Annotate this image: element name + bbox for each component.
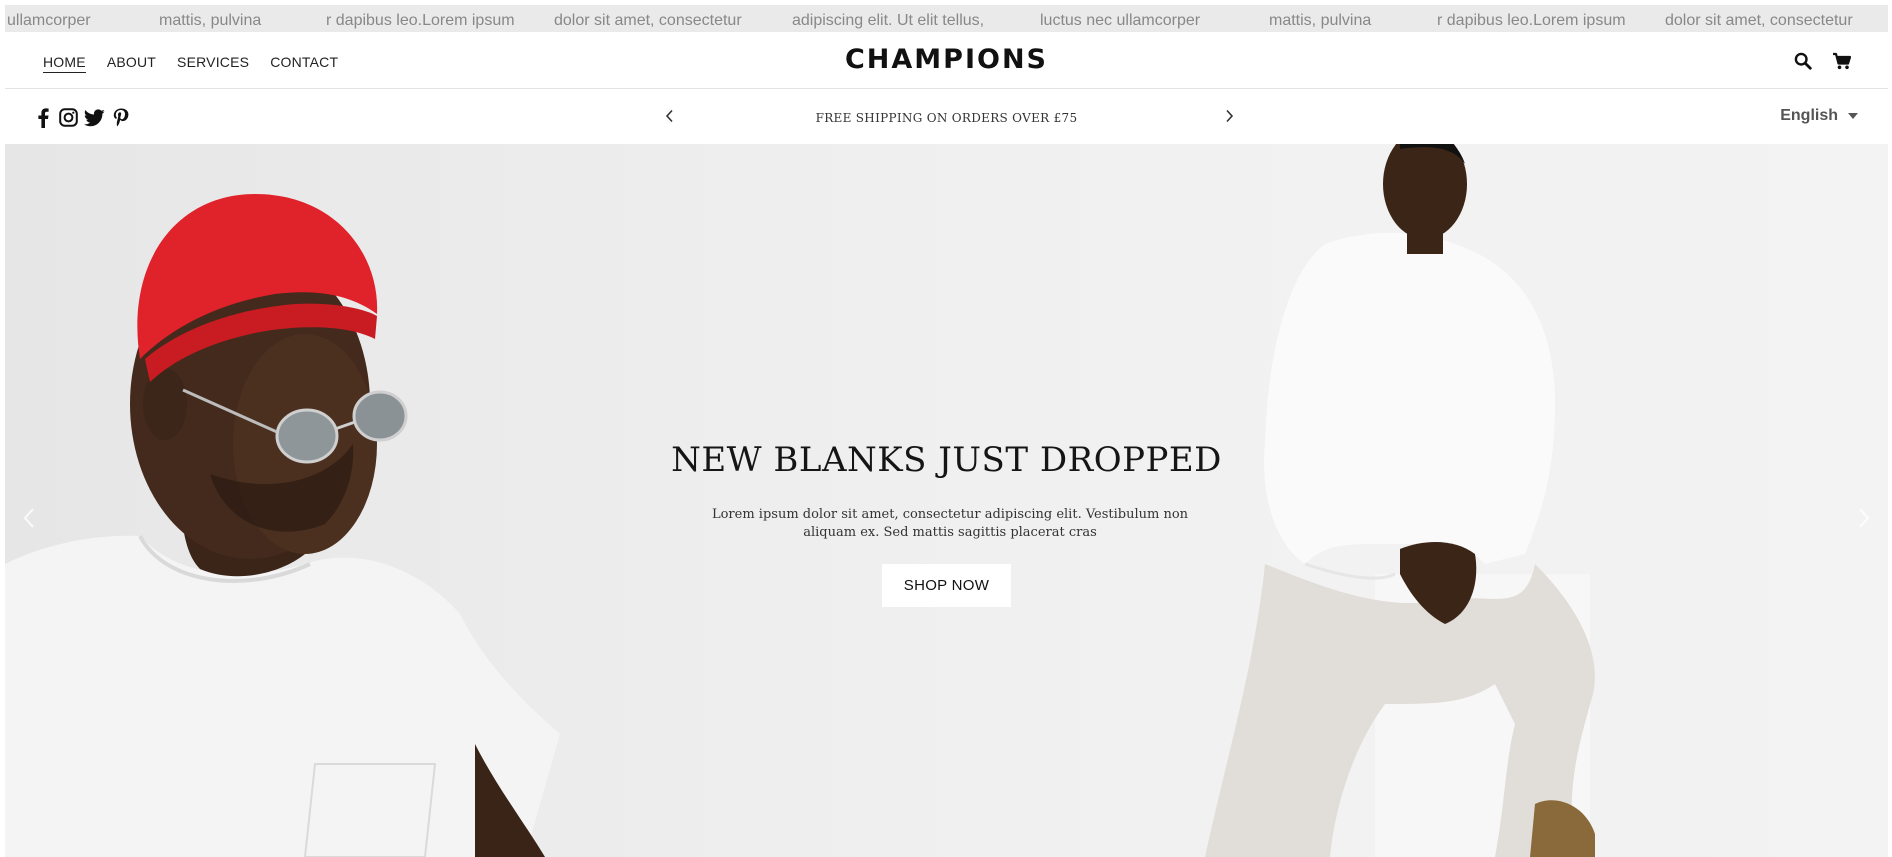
ticker-item: dolor sit amet, consectetur	[1665, 12, 1853, 29]
ticker-item: luctus nec ullamcorper	[1040, 12, 1201, 29]
hero-image-right-model	[1205, 144, 1595, 857]
ticker-item: mattis, pulvina	[159, 12, 262, 29]
announcement-bar: FREE SHIPPING ON ORDERS OVER £75 English	[5, 90, 1888, 144]
hero-title: NEW BLANKS JUST DROPPED	[671, 440, 1222, 480]
ticker-item: r dapibus leo.Lorem ipsum	[1437, 12, 1626, 29]
hero-slider: NEW BLANKS JUST DROPPED Lorem ipsum dolo…	[5, 144, 1888, 857]
language-label: English	[1780, 107, 1838, 124]
ticker-item: r dapibus leo.Lorem ipsum	[326, 12, 515, 29]
shop-now-button[interactable]: SHOP NOW	[882, 564, 1011, 607]
marquee-ticker: ullamcorper mattis, pulvina r dapibus le…	[5, 5, 1888, 32]
hero-description-line-1: Lorem ipsum dolor sit amet, consectetur …	[711, 507, 1189, 522]
search-icon[interactable]	[1792, 50, 1814, 72]
hero-prev-arrow[interactable]	[19, 504, 39, 532]
language-selector[interactable]: English	[1780, 107, 1858, 125]
hero-description-line-2: aliquam ex. Sed mattis sagittis placerat…	[803, 525, 1097, 540]
site-header: HOME ABOUT SERVICES CONTACT CHAMPIONS	[5, 32, 1888, 89]
announcement-text: FREE SHIPPING ON ORDERS OVER £75	[815, 111, 1078, 125]
hero-next-arrow[interactable]	[1854, 504, 1874, 532]
header-actions	[1792, 50, 1853, 72]
cart-icon[interactable]	[1831, 50, 1853, 72]
ticker-item: dolor sit amet, consectetur	[554, 12, 742, 29]
caret-down-icon	[1848, 113, 1858, 119]
ticker-item: adipiscing elit. Ut elit tellus,	[792, 12, 985, 29]
site-logo[interactable]: CHAMPIONS	[5, 44, 1888, 75]
hero-image-left-model	[5, 194, 560, 857]
ticker-item: ullamcorper	[7, 12, 91, 29]
ticker-item: mattis, pulvina	[1269, 12, 1372, 29]
announcement-next-arrow[interactable]	[1219, 106, 1239, 126]
page: ullamcorper mattis, pulvina r dapibus le…	[5, 5, 1888, 857]
hero-description: Lorem ipsum dolor sit amet, consectetur …	[705, 506, 1195, 542]
